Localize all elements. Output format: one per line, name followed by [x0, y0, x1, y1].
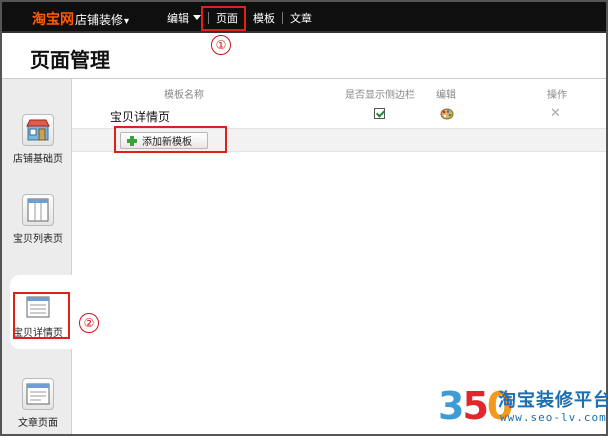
delete-icon[interactable]: ✕	[550, 107, 561, 120]
list-page-icon	[22, 194, 54, 226]
step-2-marker: ②	[79, 313, 99, 333]
watermark-url: www.seo-lv.com	[500, 411, 607, 424]
sidebar-item-item-list[interactable]: 宝贝列表页	[6, 194, 70, 245]
watermark: 350 淘宝装修平台 www.seo-lv.com	[438, 384, 608, 434]
nav-edit-label: 编辑	[167, 11, 189, 25]
sidebar-item-label: 店铺基础页	[13, 154, 63, 165]
article-page-icon	[22, 378, 54, 410]
column-header-name: 模板名称	[164, 90, 204, 101]
sidebar-item-label: 文章页面	[18, 418, 58, 429]
sidebar-item-shop-basic[interactable]: 店铺基础页	[6, 114, 70, 165]
page-title: 页面管理	[30, 48, 110, 72]
top-nav-bar: 淘宝网 店铺装修 ▾ 编辑 页面 模板 文章	[2, 2, 606, 33]
edit-palette-icon[interactable]	[440, 108, 454, 120]
pages-highlight-box	[201, 6, 246, 31]
show-sidebar-checkbox[interactable]	[374, 108, 385, 119]
sidebar-item-label: 宝贝列表页	[13, 234, 63, 245]
column-header-edit: 编辑	[436, 90, 456, 101]
add-template-highlight-box	[114, 126, 227, 153]
taobao-brand: 淘宝网	[32, 12, 74, 28]
step-1-marker: ①	[211, 35, 231, 55]
chevron-down-icon[interactable]: ▾	[124, 16, 129, 27]
shop-icon	[22, 114, 54, 146]
shop-decoration-title: 店铺装修	[75, 13, 124, 27]
template-name: 宝贝详情页	[110, 110, 171, 124]
sidebar-item-article[interactable]: 文章页面	[6, 378, 70, 429]
watermark-name: 淘宝装修平台	[498, 390, 608, 411]
column-header-action: 操作	[547, 90, 567, 101]
logo[interactable]: 淘宝网 店铺装修 ▾	[32, 9, 129, 29]
detail-highlight-box	[13, 292, 70, 339]
nav-templates-label: 模板	[253, 11, 275, 25]
column-header-show-sidebar: 是否显示侧边栏	[345, 90, 415, 101]
nav-articles[interactable]: 文章	[283, 9, 319, 27]
nav-templates[interactable]: 模板	[246, 9, 282, 27]
window-frame: 淘宝网 店铺装修 ▾ 编辑 页面 模板 文章 ① 页面管理 店铺基础页 宝贝列表…	[0, 0, 608, 436]
divider	[2, 78, 606, 79]
nav-articles-label: 文章	[290, 11, 312, 25]
chevron-down-icon	[193, 15, 201, 20]
